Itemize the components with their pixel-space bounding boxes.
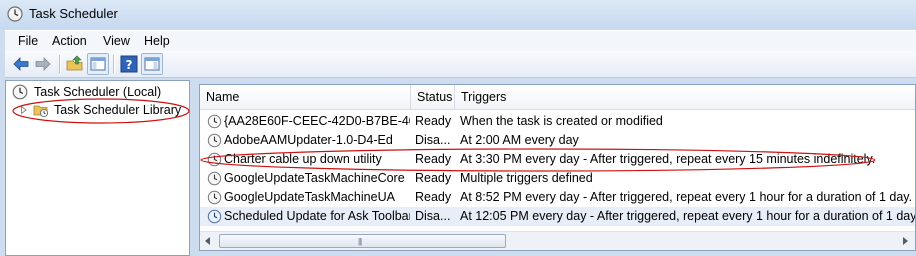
task-name: Scheduled Update for Ask Toolbar [224, 209, 410, 223]
table-row[interactable]: {AA28E60F-CEEC-42D0-B7BE-404... Ready Wh… [200, 112, 915, 131]
table-row[interactable]: GoogleUpdateTaskMachineCore Ready Multip… [200, 169, 915, 188]
task-status: Ready [415, 171, 452, 185]
expand-triangle-icon[interactable] [20, 106, 28, 114]
table-row[interactable]: GoogleUpdateTaskMachineUA Ready At 8:52 … [200, 188, 915, 207]
task-list-header: Name Status Triggers [200, 85, 915, 110]
back-arrow-icon [13, 57, 29, 71]
task-triggers: When the task is created or modified [460, 114, 663, 128]
up-one-level-button[interactable] [64, 53, 86, 75]
show-hide-console-tree-button[interactable] [87, 53, 109, 75]
task-triggers: At 2:00 AM every day [460, 133, 579, 147]
forward-button[interactable] [32, 53, 54, 75]
task-clock-icon [207, 114, 222, 129]
task-clock-icon [207, 133, 222, 148]
tree-item-task-scheduler-local[interactable]: Task Scheduler (Local) [12, 83, 188, 101]
task-triggers: Multiple triggers defined [460, 171, 593, 185]
menu-view[interactable]: View [103, 34, 130, 48]
table-row[interactable]: Charter cable up down utility Ready At 3… [200, 150, 915, 169]
task-clock-icon [207, 190, 222, 205]
show-hide-action-pane-icon [144, 57, 160, 71]
toolbar: ? [5, 51, 916, 78]
task-name: Charter cable up down utility [224, 152, 382, 166]
task-clock-icon [207, 152, 222, 167]
help-icon: ? [120, 55, 138, 73]
window-title: Task Scheduler [29, 6, 118, 21]
toolbar-separator [113, 55, 115, 73]
clock-icon [12, 84, 28, 100]
horizontal-scrollbar[interactable]: ||| [200, 231, 915, 250]
scroll-left-arrow-icon[interactable] [205, 237, 210, 245]
show-hide-console-tree-icon [90, 57, 106, 71]
table-row[interactable]: AdobeAAMUpdater-1.0-D4-Ed Disa... At 2:0… [200, 131, 915, 150]
console-tree: Task Scheduler (Local) Task Scheduler Li… [5, 80, 190, 256]
task-status: Disa... [415, 209, 451, 223]
folder-clock-icon [33, 105, 49, 118]
task-name: GoogleUpdateTaskMachineUA [224, 190, 395, 204]
menu-bar: File Action View Help [5, 30, 916, 52]
task-name: AdobeAAMUpdater-1.0-D4-Ed [224, 133, 393, 147]
task-name: {AA28E60F-CEEC-42D0-B7BE-404... [224, 114, 410, 128]
task-status: Ready [415, 190, 452, 204]
task-clock-icon [207, 171, 222, 186]
forward-arrow-icon [35, 57, 51, 71]
back-button[interactable] [10, 53, 32, 75]
clock-icon [7, 6, 23, 22]
tree-item-label: Task Scheduler (Local) [34, 85, 162, 99]
column-header-triggers[interactable]: Triggers [454, 85, 915, 109]
toolbar-separator [59, 55, 61, 73]
task-triggers: At 8:52 PM every day - After triggered, … [460, 190, 913, 204]
task-list: Name Status Triggers {AA28E60F-CEEC-42D0… [199, 84, 916, 251]
menu-help[interactable]: Help [144, 34, 170, 48]
menu-action[interactable]: Action [52, 34, 87, 48]
svg-text:?: ? [126, 58, 133, 72]
column-header-status[interactable]: Status [410, 85, 454, 109]
task-clock-icon [207, 209, 222, 224]
scrollbar-thumb[interactable]: ||| [219, 234, 506, 248]
grip-icon: ||| [358, 237, 362, 246]
help-button[interactable]: ? [118, 53, 140, 75]
task-status: Ready [415, 152, 452, 166]
scroll-right-arrow-icon[interactable] [903, 237, 908, 245]
up-folder-icon [66, 55, 83, 71]
task-list-pane: Name Status Triggers {AA28E60F-CEEC-42D0… [196, 81, 916, 256]
task-status: Disa... [415, 133, 451, 147]
show-hide-action-pane-button[interactable] [141, 53, 163, 75]
task-triggers: At 3:30 PM every day - After triggered, … [460, 152, 876, 166]
menu-file[interactable]: File [18, 34, 38, 48]
tree-item-label: Task Scheduler Library [54, 103, 182, 117]
task-triggers: At 12:05 PM every day - After triggered,… [460, 209, 915, 223]
tree-item-task-scheduler-library[interactable]: Task Scheduler Library [20, 101, 188, 119]
title-bar: Task Scheduler [0, 0, 916, 29]
table-row[interactable]: Scheduled Update for Ask Toolbar Disa...… [200, 207, 915, 226]
column-header-name[interactable]: Name [200, 85, 410, 109]
task-name: GoogleUpdateTaskMachineCore [224, 171, 405, 185]
task-status: Ready [415, 114, 452, 128]
